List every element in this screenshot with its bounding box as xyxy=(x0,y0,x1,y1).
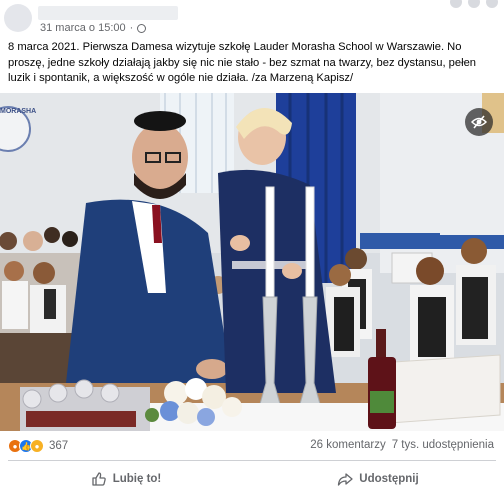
like-button[interactable]: Lubię to! xyxy=(0,462,252,496)
avatar[interactable] xyxy=(4,4,32,32)
shares-count[interactable]: 7 tys. udostępnienia xyxy=(392,439,494,451)
emoji-icon xyxy=(486,0,498,8)
emoji-icon xyxy=(468,0,480,8)
reactions-summary[interactable]: ● 👍 ● 367 xyxy=(8,439,68,453)
reaction-count: 367 xyxy=(49,440,69,452)
post-meta: 31 marca o 15:00 · xyxy=(40,22,147,34)
wow-icon: ● xyxy=(30,439,44,453)
like-button-label: Lubię to! xyxy=(112,473,162,485)
post-text: 8 marca 2021. Pierwsza Damesa wizytuje s… xyxy=(8,41,477,84)
globe-icon xyxy=(137,23,147,33)
post-timestamp[interactable]: 31 marca o 15:00 xyxy=(40,22,126,34)
eye-slash-icon xyxy=(471,114,487,130)
hide-image-button[interactable] xyxy=(465,108,493,136)
divider xyxy=(8,460,496,461)
author-name-redacted xyxy=(38,6,178,20)
emoji-icon xyxy=(450,0,462,8)
share-button[interactable]: Udostępnij xyxy=(252,462,504,496)
post-header: 31 marca o 15:00 · xyxy=(0,0,504,40)
post-photo[interactable]: MORASHA xyxy=(0,93,504,431)
comments-count[interactable]: 26 komentarzy xyxy=(310,439,385,451)
glasses-tray xyxy=(20,379,150,431)
top-icons xyxy=(450,0,498,8)
share-arrow-icon xyxy=(337,471,353,487)
share-button-label: Udostępnij xyxy=(359,473,419,485)
post-stats: ● 👍 ● 367 26 komentarzy 7 tys. udostępni… xyxy=(0,433,504,459)
wall-emblem-text: MORASHA xyxy=(0,108,36,115)
post-actions: Lubię to! Udostępnij xyxy=(0,462,504,496)
thumbs-up-icon xyxy=(91,471,107,487)
